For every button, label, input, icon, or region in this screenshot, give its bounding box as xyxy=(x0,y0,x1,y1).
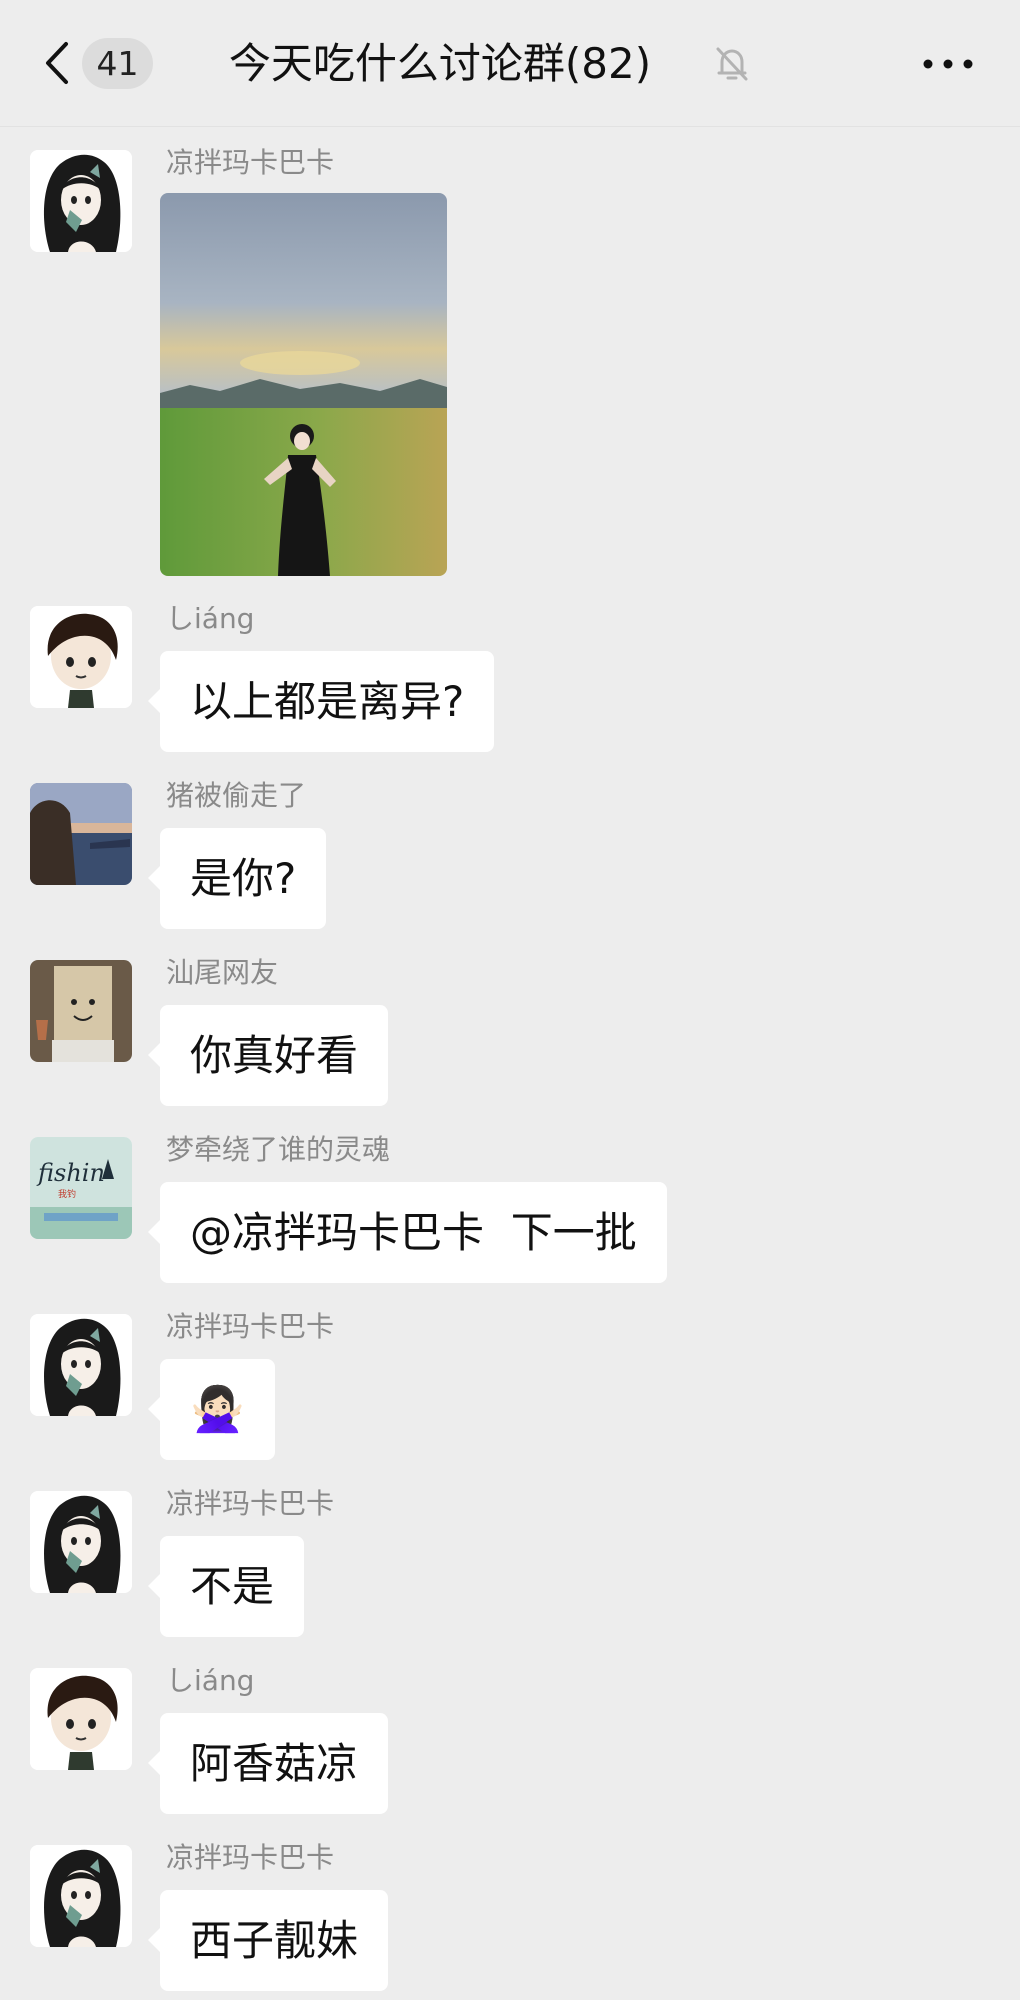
sender-name: 凉拌玛卡巴卡 xyxy=(166,146,335,179)
paper-bag-face-avatar[interactable] xyxy=(30,960,132,1062)
chevron-left-icon xyxy=(46,42,68,84)
sender-name: 凉拌玛卡巴卡 xyxy=(166,1487,335,1520)
more-options-button[interactable] xyxy=(920,40,976,88)
sender-name: 猪被偷走了 xyxy=(166,779,307,812)
anime-girl-avatar[interactable] xyxy=(30,150,132,252)
chat-title: 今天吃什么讨论群(82) xyxy=(228,39,652,88)
photo-girl-in-field[interactable] xyxy=(160,193,447,576)
hooded-person-seaside-avatar[interactable] xyxy=(30,783,132,885)
message-bubble[interactable]: @凉拌玛卡巴卡 下一批 xyxy=(148,1182,667,1283)
message-bubble[interactable]: 西子靓妹 xyxy=(147,1890,389,1991)
sender-name: 凉拌玛卡巴卡 xyxy=(166,1841,335,1874)
cartoon-boy-avatar[interactable] xyxy=(30,606,132,708)
sender-name: 梦牵绕了谁的灵魂 xyxy=(166,1133,391,1166)
message-bubble[interactable]: 阿香菇凉 xyxy=(147,1713,389,1814)
back-button[interactable] xyxy=(38,38,78,88)
sender-name: 凉拌玛卡巴卡 xyxy=(166,1310,335,1343)
message-bubble[interactable]: 🙅🏻‍♀️ xyxy=(148,1359,275,1460)
sender-name: しiáng xyxy=(166,1664,255,1697)
fishing-logo-avatar[interactable] xyxy=(30,1137,132,1239)
no-gesture-emoji: 🙅🏻‍♀️ xyxy=(190,1384,245,1435)
anime-girl-avatar[interactable] xyxy=(30,1491,132,1593)
sender-name: しiáng xyxy=(166,602,255,635)
bell-off-icon xyxy=(714,45,750,83)
cartoon-boy-avatar[interactable] xyxy=(30,1668,132,1770)
chat-header: 41 今天吃什么讨论群(82) xyxy=(0,0,1020,127)
message-bubble[interactable]: 你真好看 xyxy=(147,1005,389,1106)
message-bubble[interactable]: 不是 xyxy=(147,1536,305,1637)
message-bubble[interactable]: 以上都是离异? xyxy=(147,651,495,752)
unread-count-badge[interactable]: 41 xyxy=(82,38,153,89)
message-bubble[interactable]: 是你? xyxy=(147,828,327,929)
ellipsis-icon xyxy=(923,59,973,69)
anime-girl-avatar[interactable] xyxy=(30,1314,132,1416)
sender-name: 汕尾网友 xyxy=(166,956,279,989)
anime-girl-avatar[interactable] xyxy=(30,1845,132,1947)
